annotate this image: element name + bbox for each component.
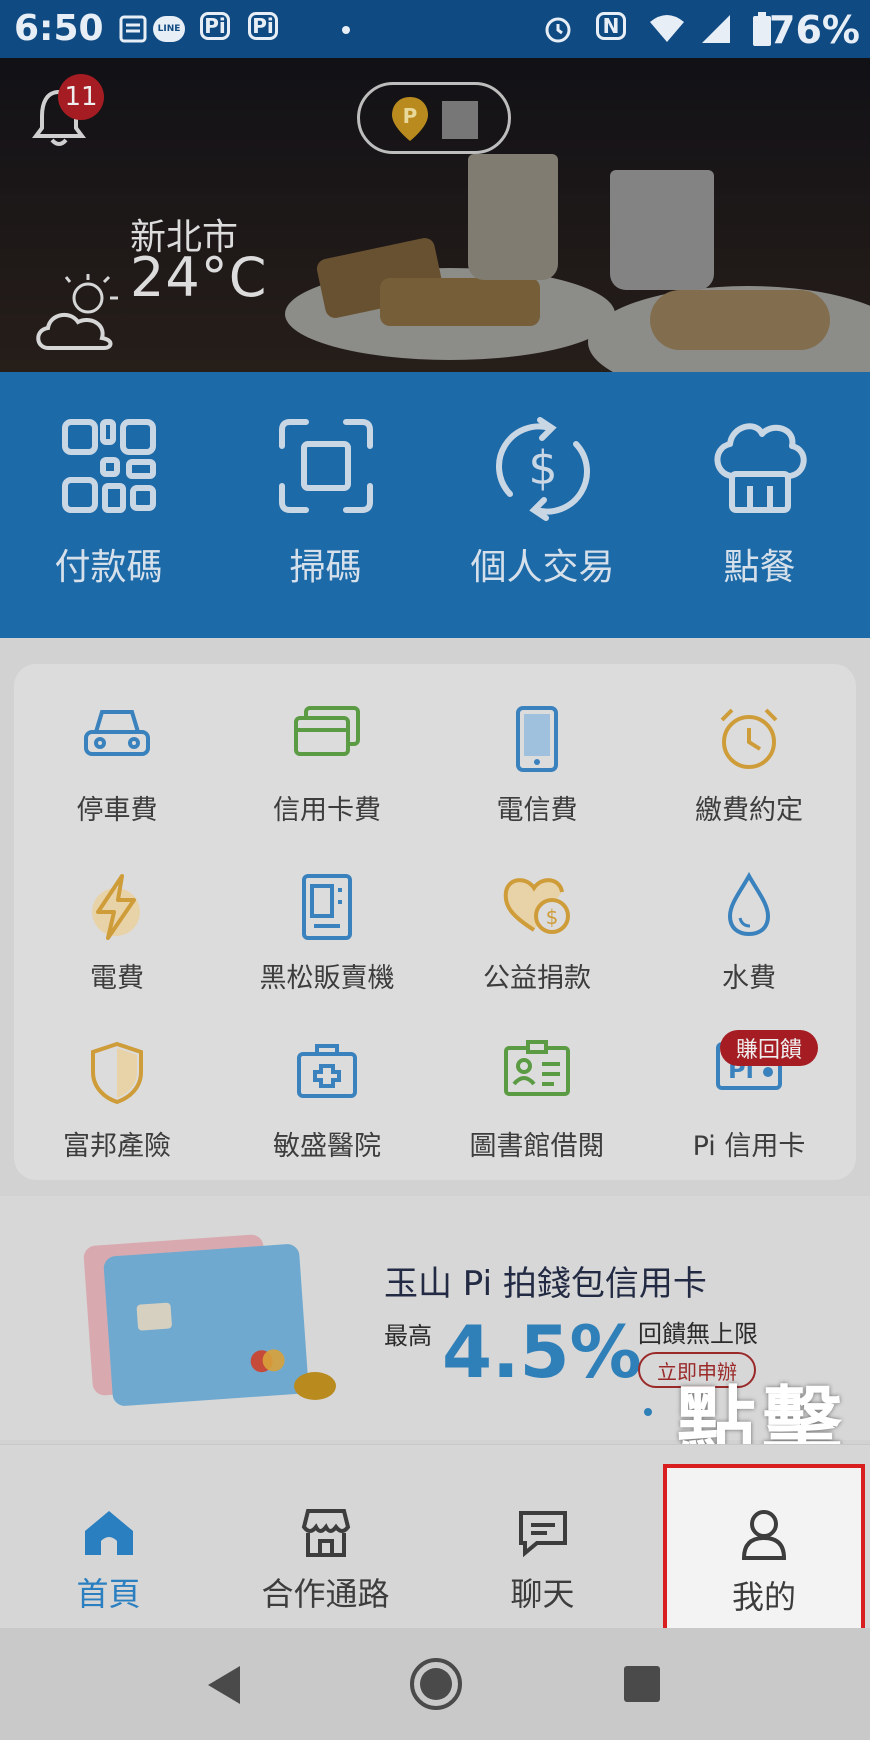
service-label: 富邦產險 [63,1131,171,1162]
carousel-dot[interactable] [644,1408,652,1416]
medical-kit-icon [297,1044,357,1098]
svg-text:P: P [403,104,418,128]
nav-label: 我的 [731,1578,796,1616]
nav-label: 首頁 [76,1575,141,1613]
status-time: 6:50 [14,8,104,49]
quick-actions-bar: 付款碼 掃碼 $ 個人交易 點餐 [0,372,870,638]
promo-prefix: 最高 [384,1322,432,1350]
notes-icon [118,12,148,46]
shield-icon [91,1041,143,1105]
home-circle-icon[interactable] [408,1656,464,1716]
pi-icon: Pi [248,12,278,40]
service-label: 黑松販賣機 [259,963,395,994]
chef-hat-icon [714,423,806,513]
recent-apps-icon[interactable] [624,1666,660,1702]
home-icon [84,1511,133,1555]
notification-badge: 11 [58,74,104,120]
donation-button[interactable]: $ 公益捐款 [432,834,642,1000]
service-label: 水費 [722,963,776,994]
fubon-insurance-button[interactable]: 富邦產險 [12,1002,222,1168]
scan-button[interactable]: 掃碼 [217,372,434,638]
service-label: 公益捐款 [483,963,591,994]
water-drop-icon [727,872,771,937]
nav-label: 合作通路 [261,1575,390,1613]
electricity-fee-button[interactable]: 電費 [12,834,222,1000]
donation-icon: $ [503,878,570,934]
line-icon-label: LINE [153,16,185,42]
location-coin-icon: P [390,95,430,141]
credit-card-icon [294,706,360,756]
points-pill[interactable]: P [357,82,511,154]
reward-badge: 賺回饋 [720,1030,818,1066]
service-label: 停車費 [76,795,158,826]
library-card-icon [504,1040,570,1096]
svg-text:$: $ [528,441,557,495]
payment-code-button[interactable]: 付款碼 [0,372,217,638]
service-label: Pi 信用卡 [692,1131,806,1162]
nav-home[interactable]: 首頁 [0,1445,217,1629]
phone-icon [516,706,558,772]
scan-icon [278,419,373,513]
card-front-image [103,1243,309,1407]
chat-icon [518,1511,567,1558]
pi-credit-card-button[interactable]: Pi Pi 信用卡 [644,1002,854,1168]
dot-icon [342,26,350,34]
service-label: 圖書館借閱 [469,1131,605,1162]
service-label: 繳費約定 [695,795,803,826]
quick-action-label: 付款碼 [54,547,163,588]
promo-rate: 4.5% [442,1310,642,1394]
nav-label: 聊天 [510,1575,575,1613]
promo-subtitle: 回饋無上限 [638,1320,758,1348]
system-navigation-bar [0,1628,870,1740]
service-label: 信用卡費 [273,795,381,826]
wifi-icon [648,12,686,46]
nav-partners[interactable]: 合作通路 [217,1445,434,1629]
order-food-button[interactable]: 點餐 [651,372,868,638]
credit-card-fee-button[interactable]: 信用卡費 [222,666,432,832]
alarm-clock-icon [720,708,778,769]
service-label: 敏盛醫院 [273,1131,381,1162]
user-icon [667,1508,861,1566]
nfc-icon: N [596,12,626,40]
personal-transaction-button[interactable]: $ 個人交易 [434,372,651,638]
line-icon: LINE [152,12,186,46]
service-label: 電信費 [496,795,578,826]
telecom-fee-button[interactable]: 電信費 [432,666,642,832]
water-fee-button[interactable]: 水費 [644,834,854,1000]
battery-percent: 76% [769,8,860,52]
car-icon [84,710,150,756]
weather-temperature: 24°C [130,246,268,309]
points-value-masked [442,101,478,139]
qr-code-icon [61,419,156,513]
promo-title: 玉山 Pi 拍錢包信用卡 [384,1264,707,1304]
store-icon [301,1509,350,1557]
signal-icon [700,12,732,46]
lightning-icon [92,874,140,940]
vending-machine-icon [302,874,352,940]
parking-fee-button[interactable]: 停車費 [12,666,222,832]
quick-action-label: 個人交易 [470,547,615,588]
pi-icon: Pi [200,12,230,40]
quick-action-label: 點餐 [723,547,796,588]
cloudy-sun-icon [32,268,124,362]
coins-icon [294,1372,336,1400]
vending-machine-button[interactable]: 黑松販賣機 [222,834,432,1000]
alarm-icon [542,12,574,46]
service-label: 電費 [90,963,144,994]
minsheng-hospital-button[interactable]: 敏盛醫院 [222,1002,432,1168]
nav-chat[interactable]: 聊天 [434,1445,651,1629]
library-button[interactable]: 圖書館借閱 [432,1002,642,1168]
payment-schedule-button[interactable]: 繳費約定 [644,666,854,832]
svg-text:$: $ [546,905,559,929]
dollar-exchange-icon: $ [495,417,590,521]
quick-action-label: 掃碼 [289,547,362,588]
back-icon[interactable] [204,1664,244,1710]
status-bar: 6:50 LINE Pi Pi N 76% [0,0,870,58]
